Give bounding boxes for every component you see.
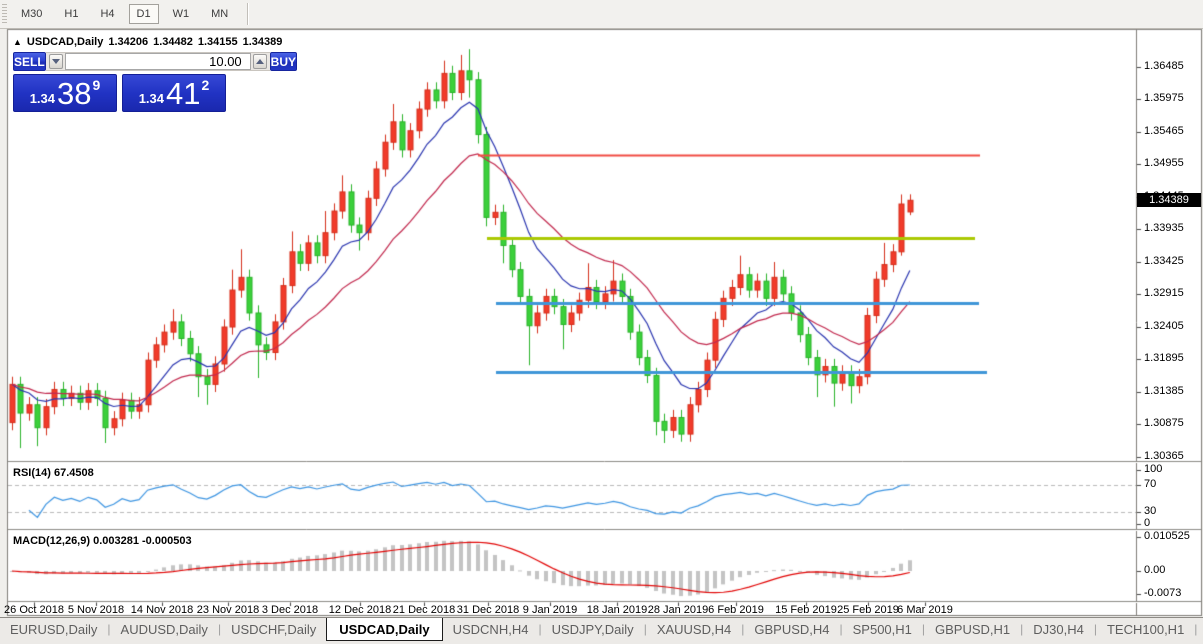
chart-symbol-label: USDCAD,Daily [26,36,104,48]
date-axis-label: 3 Dec 2018 [261,604,319,616]
ohlc-high: 1.34482 [153,36,193,48]
symbol-tab-dj30-h4[interactable]: DJ30,H4 [1023,618,1094,637]
mt4-terminal: M30H1H4D1W1MN ▲ USDCAD,Daily 1.34206 1.3… [0,0,1203,644]
symbol-tab-tech100-h1[interactable]: TECH100,H1 [1097,618,1194,637]
date-axis-label: 25 Feb 2019 [837,604,899,616]
rsi-axis-label: 100 [1144,463,1163,475]
macd-axis-label: 0.00 [1144,564,1166,576]
symbol-tab-sp500-h1[interactable]: SP500,H1 [843,618,922,637]
symbol-tab-gbpusd-h4[interactable]: GBPUSD,H4 [744,618,839,637]
date-axis-label: 6 Feb 2019 [708,604,764,616]
collapse-panel-icon[interactable]: ▲ [13,37,22,47]
sell-price-pip: 9 [92,77,101,93]
lot-increase-button[interactable] [252,54,267,69]
price-axis-label: 1.33935 [1144,222,1184,235]
date-axis-label: 14 Nov 2018 [130,604,194,616]
date-axis-label: 9 Jan 2019 [522,604,578,616]
buy-button[interactable]: BUY [269,52,298,71]
sell-button[interactable]: SELL [13,52,46,71]
price-axis-label: 1.35465 [1144,124,1184,137]
current-price-badge: 1.34389 [1137,193,1201,208]
symbol-tabbar: EURUSD,Daily | AUDUSD,Daily | USDCHF,Daily US… [0,617,1203,644]
arrow-up-icon [255,59,264,64]
one-click-trading-panel: SELL BUY 1.34 38 9 1.34 41 2 [13,52,298,112]
price-axis-label: 1.34955 [1144,157,1184,170]
lot-size-input[interactable] [64,53,251,70]
sell-price-prefix: 1.34 [29,91,56,106]
buy-price-box[interactable]: 1.34 41 2 [122,74,226,112]
ohlc-low: 1.34155 [197,36,238,48]
price-axis-label: 1.32405 [1144,319,1184,332]
price-axis-label: 1.33425 [1144,254,1184,267]
buy-price-pip: 2 [201,77,210,93]
date-axis-label: 6 Mar 2019 [897,604,953,616]
symbol-tab-usdchf-daily[interactable]: USDCHF,Daily [221,618,326,637]
price-axis-label: 1.30875 [1144,417,1184,430]
chart-title: ▲ USDCAD,Daily 1.34206 1.34482 1.34155 1… [13,36,287,48]
symbol-tab-ukoil[interactable]: UKOil, [1197,618,1203,637]
price-scale[interactable]: 1.34389 1.364851.359751.354651.349551.34… [1137,30,1202,615]
price-axis-label: 1.31895 [1144,352,1184,365]
symbol-tab-usdjpy-daily[interactable]: USDJPY,Daily [542,618,644,637]
macd-indicator-label: MACD(12,26,9) 0.003281 -0.000503 [13,535,192,547]
date-axis[interactable]: 26 Oct 2018 5 Nov 2018 14 Nov 2018 23 Nov 2… [4,602,1136,616]
rsi-axis-label: 70 [1144,477,1157,490]
symbol-tab-usdcad-daily[interactable]: USDCAD,Daily [326,618,443,641]
date-axis-label: 28 Jan 2019 [647,604,709,616]
symbol-tabs: EURUSD,Daily | AUDUSD,Daily | USDCHF,Daily US… [0,618,1203,641]
symbol-tab-xauusd-h4[interactable]: XAUUSD,H4 [647,618,741,637]
arrow-down-icon [51,59,60,64]
symbol-tab-gbpusd-h1[interactable]: GBPUSD,H1 [925,618,1020,637]
price-axis-label: 1.30365 [1144,449,1184,462]
price-axis-label: 1.35975 [1144,92,1184,105]
date-axis-label: 5 Nov 2018 [67,604,125,616]
price-axis-label: 1.36485 [1144,59,1184,72]
buy-price-prefix: 1.34 [138,91,165,106]
ohlc-close: 1.34389 [242,36,283,48]
sell-price-big: 38 [57,75,92,111]
date-axis-label: 15 Feb 2019 [775,604,837,616]
date-axis-label: 26 Oct 2018 [4,604,64,616]
macd-axis-label: 0.010525 [1144,530,1190,543]
rsi-axis-label: 0 [1144,517,1151,529]
date-axis-label: 23 Nov 2018 [196,604,260,616]
ohlc-open: 1.34206 [108,36,149,48]
price-axis-label: 1.32915 [1144,287,1184,300]
macd-axis-label: -0.0073 [1144,587,1182,600]
symbol-tab-audusd-daily[interactable]: AUDUSD,Daily [111,618,218,637]
sell-price-box[interactable]: 1.34 38 9 [13,74,117,112]
date-axis-label: 21 Dec 2018 [392,604,456,616]
lot-size-strip [45,52,270,71]
rsi-indicator-label: RSI(14) 67.4508 [13,467,94,479]
buy-price-big: 41 [166,75,201,111]
symbol-tab-eurusd-daily[interactable]: EURUSD,Daily [0,618,107,637]
date-axis-label: 31 Dec 2018 [456,604,520,616]
symbol-tab-usdcnh-h4[interactable]: USDCNH,H4 [443,618,539,637]
date-axis-label: 12 Dec 2018 [328,604,392,616]
lot-decrease-button[interactable] [48,54,63,69]
price-axis-label: 1.31385 [1144,384,1184,397]
rsi-axis-label: 30 [1144,504,1157,517]
date-axis-label: 18 Jan 2019 [586,604,648,616]
